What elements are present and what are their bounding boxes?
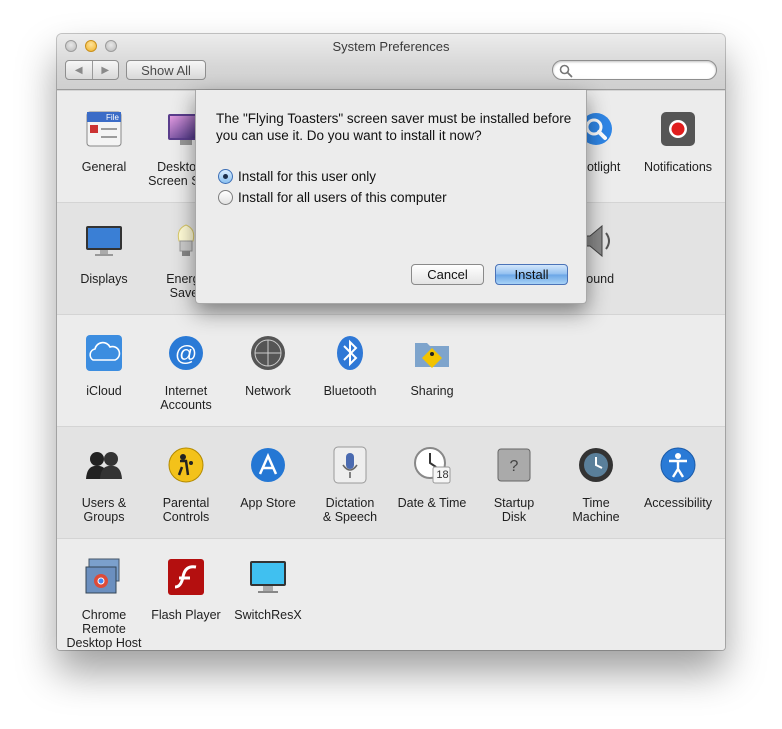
time-machine-icon <box>576 445 616 485</box>
search-field[interactable] <box>552 60 717 80</box>
pref-item-label: SwitchResX <box>234 608 302 622</box>
pref-item-label: iCloud <box>86 384 122 398</box>
accessibility-icon <box>658 445 698 485</box>
clock-icon: 18 <box>412 445 452 485</box>
displays-icon <box>84 221 124 261</box>
radio-this-user[interactable]: Install for this user only <box>218 169 376 184</box>
notifications-icon <box>658 109 698 149</box>
back-icon[interactable]: ◀ <box>66 61 92 79</box>
startup-disk-icon: ? <box>494 445 534 485</box>
pref-row-other: Chrome Remote Desktop Host Flash Player Sw… <box>57 538 725 650</box>
pref-item-label: Dictation & Speech <box>322 496 378 524</box>
pref-item-label: Internet Accounts <box>160 384 212 412</box>
flash-icon <box>166 557 206 597</box>
network-icon <box>248 333 288 373</box>
pref-row-internet: iCloud @ Internet Accounts Network Bluetooth… <box>57 314 725 426</box>
pref-item-datetime[interactable]: 18 Date & Time <box>391 445 473 510</box>
bluetooth-icon <box>330 333 370 373</box>
app-store-icon <box>248 445 288 485</box>
calendar-date-badge: 18 <box>436 469 449 481</box>
pref-item-internet[interactable]: @ Internet Accounts <box>145 333 227 412</box>
pref-item-network[interactable]: Network <box>227 333 309 398</box>
pref-item-label: Network <box>245 384 291 398</box>
sharing-icon <box>412 333 452 373</box>
pref-item-label: Notifications <box>643 160 713 174</box>
titlebar: System Preferences ◀ ▶ Show All <box>57 34 725 90</box>
search-icon <box>559 64 573 78</box>
pref-item-label: Displays <box>80 272 128 286</box>
radio-all-users[interactable]: Install for all users of this computer <box>218 190 447 205</box>
pref-item-label: Date & Time <box>397 496 467 510</box>
pref-item-bluetooth[interactable]: Bluetooth <box>309 333 391 398</box>
parental-controls-icon <box>166 445 206 485</box>
svg-text:File: File <box>106 113 119 122</box>
pref-item-label: Time Machine <box>572 496 620 524</box>
radio-unselected-icon <box>218 190 233 205</box>
cancel-button[interactable]: Cancel <box>411 264 484 285</box>
pref-item-label: Users & Groups <box>81 496 127 524</box>
pref-item-notifications[interactable]: Notifications <box>637 109 719 174</box>
show-all-button[interactable]: Show All <box>126 60 206 80</box>
pref-item-label: General <box>81 160 127 174</box>
pref-item-icloud[interactable]: iCloud <box>63 333 145 398</box>
pref-item-label: Chrome Remote Desktop Host <box>66 608 142 650</box>
switchresx-icon <box>248 557 288 597</box>
pref-row-system: Users & Groups Parental Controls App Store… <box>57 426 725 538</box>
chrome-remote-icon <box>84 557 124 597</box>
pref-item-startup[interactable]: ? Startup Disk <box>473 445 555 524</box>
forward-icon[interactable]: ▶ <box>91 61 119 79</box>
install-screen-saver-dialog: The "Flying Toasters" screen saver must … <box>195 90 587 304</box>
radio-label: Install for this user only <box>238 169 377 184</box>
pref-item-accessibility[interactable]: Accessibility <box>637 445 719 510</box>
pref-item-displays[interactable]: Displays <box>63 221 145 286</box>
pref-item-switchres[interactable]: SwitchResX <box>227 557 309 622</box>
pref-item-timemachine[interactable]: Time Machine <box>555 445 637 524</box>
pref-item-label: Sharing <box>410 384 454 398</box>
dialog-message: The "Flying Toasters" screen saver must … <box>216 111 572 143</box>
svg-text:@: @ <box>175 341 197 366</box>
pref-item-label: Accessibility <box>643 496 713 510</box>
back-forward-control: ◀ ▶ <box>65 60 119 80</box>
pref-item-flash[interactable]: Flash Player <box>145 557 227 622</box>
svg-text:?: ? <box>510 458 519 475</box>
pref-item-label: Flash Player <box>151 608 221 622</box>
users-icon <box>84 445 124 485</box>
pref-item-parental[interactable]: Parental Controls <box>145 445 227 524</box>
pref-item-label: Startup Disk <box>493 496 535 524</box>
pref-item-users[interactable]: Users & Groups <box>63 445 145 524</box>
pref-item-sharing[interactable]: Sharing <box>391 333 473 398</box>
radio-label: Install for all users of this computer <box>238 190 447 205</box>
pref-item-label: Parental Controls <box>162 496 210 524</box>
microphone-icon <box>330 445 370 485</box>
pref-item-appstore[interactable]: App Store <box>227 445 309 510</box>
pref-item-label: App Store <box>240 496 296 510</box>
pref-item-dictation[interactable]: Dictation & Speech <box>309 445 391 524</box>
pref-item-label: Bluetooth <box>323 384 377 398</box>
internet-accounts-icon: @ <box>166 333 206 373</box>
icloud-icon <box>84 333 124 373</box>
pref-item-general[interactable]: File General <box>63 109 145 174</box>
window-title: System Preferences <box>332 39 450 54</box>
general-icon: File <box>84 109 124 149</box>
pref-item-chrome[interactable]: Chrome Remote Desktop Host <box>63 557 145 650</box>
radio-selected-icon <box>218 169 233 184</box>
install-button[interactable]: Install <box>495 264 568 285</box>
